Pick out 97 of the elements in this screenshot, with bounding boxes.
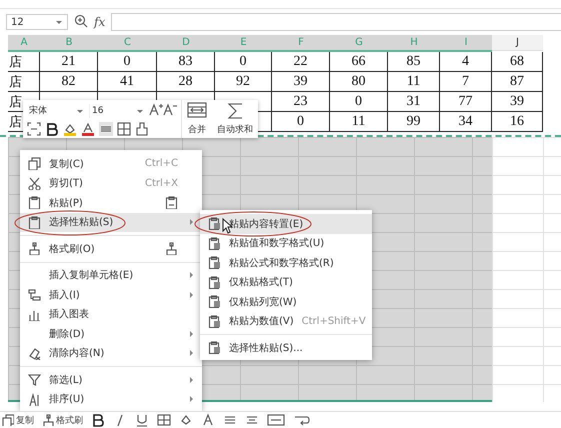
table-cell: 41	[98, 72, 157, 92]
formula-input[interactable]	[111, 13, 561, 31]
menu-item[interactable]: 清除内容(N)	[20, 344, 202, 363]
menu-item[interactable]: 插入图表	[20, 304, 202, 324]
clipboard-icon	[208, 276, 221, 289]
menu-item[interactable]: 排序(U)	[20, 390, 202, 409]
table-cell: 22	[272, 52, 330, 72]
bold-icon[interactable]	[91, 413, 105, 427]
menu-item[interactable]: 粘贴(P)	[20, 193, 202, 212]
clipboard-icon	[208, 295, 221, 308]
scissors-icon	[28, 176, 41, 190]
menu-item[interactable]: 格式刷(O)	[20, 239, 202, 258]
clipboard-icon	[208, 236, 221, 250]
bold-icon[interactable]	[45, 122, 59, 136]
brush-icon[interactable]	[135, 122, 149, 136]
dropdown-caret-icon[interactable]	[77, 110, 83, 113]
table-cell: 28	[157, 72, 215, 92]
table-cell: 7	[440, 72, 492, 92]
size-dropdown[interactable]: 16	[89, 104, 145, 118]
menu-item[interactable]: 仅粘贴列宽(W)	[200, 292, 372, 312]
border-icon[interactable]	[117, 122, 131, 136]
format-icon[interactable]	[27, 122, 41, 136]
merge-icon[interactable]	[187, 102, 207, 118]
table-cell: 11	[330, 112, 388, 132]
fill-color-icon[interactable]	[179, 413, 193, 427]
menu-item[interactable]: 粘贴公式和数字格式(R)	[200, 253, 372, 272]
menu-item[interactable]: 选择性粘贴(S)...	[200, 338, 372, 358]
column-header[interactable]: J	[492, 35, 543, 51]
table-cell: 34	[440, 112, 492, 132]
table-cell: 85	[388, 52, 440, 72]
brush-icon	[28, 242, 41, 256]
zoom-icon[interactable]	[74, 14, 88, 28]
menu-item[interactable]: 插入复制单元格(E)	[20, 266, 202, 285]
format-painter-label[interactable]: 格式刷	[56, 414, 83, 426]
table-cell: 82	[40, 72, 98, 92]
insert-icon	[28, 288, 41, 302]
filter-icon	[28, 373, 41, 386]
font-color-icon[interactable]	[81, 122, 95, 136]
copy-icon	[28, 157, 41, 170]
table-cell: 66	[330, 52, 388, 72]
table-cell: 0	[98, 52, 157, 72]
table-cell: 39	[492, 92, 543, 112]
menu-item[interactable]: 仅粘贴格式(T)	[200, 272, 372, 292]
table-cell: 店	[8, 52, 40, 72]
table-cell: 16	[492, 112, 543, 132]
fill-color-icon[interactable]	[63, 122, 77, 136]
dropdown-caret-icon[interactable]	[55, 18, 63, 24]
table-cell: 21	[40, 52, 98, 72]
menu-item[interactable]: 粘贴值和数字格式(U)	[200, 234, 372, 253]
menu-item[interactable]: 插入(I)	[20, 285, 202, 304]
sum-icon[interactable]	[226, 102, 244, 120]
font-color-icon[interactable]	[201, 413, 215, 427]
clipboard-icon	[28, 216, 41, 229]
table-cell: 0	[330, 92, 388, 112]
fx-label[interactable]: fx	[94, 15, 106, 29]
table-cell: 87	[492, 72, 543, 92]
table-cell: 0	[272, 112, 330, 132]
name-box[interactable]: 12	[6, 14, 68, 30]
table-cell: 83	[157, 52, 215, 72]
border-icon[interactable]	[157, 413, 171, 427]
menu-item[interactable]: 筛选(L)	[20, 370, 202, 390]
menu-item[interactable]: 删除(D)	[20, 324, 202, 344]
dropdown-caret-icon[interactable]	[137, 110, 143, 113]
autosum-label[interactable]: 自动求和	[217, 123, 253, 136]
merge-icon[interactable]	[267, 413, 285, 427]
table-cell: 4	[440, 52, 492, 72]
table-cell: 0	[215, 52, 272, 72]
underline-icon[interactable]	[135, 413, 149, 427]
clipboard-icon	[165, 196, 178, 210]
clipboard-icon	[208, 256, 221, 270]
menu-item[interactable]: 粘贴为数值(V) Ctrl+Shift+V	[200, 312, 372, 331]
menu-item[interactable]: 剪切(T) Ctrl+X	[20, 174, 202, 193]
font-shrink-icon[interactable]	[163, 102, 177, 116]
copy-icon[interactable]	[2, 414, 14, 426]
brush-icon[interactable]	[42, 414, 54, 426]
eraser-icon	[28, 346, 41, 360]
align-icon[interactable]	[99, 122, 113, 136]
table-cell: 92	[215, 72, 272, 92]
font-grow-icon[interactable]	[149, 102, 163, 116]
table-cell: 39	[272, 72, 330, 92]
table-cell: 23	[272, 92, 330, 112]
brush-icon	[165, 242, 178, 256]
copy-label[interactable]: 复制	[16, 414, 34, 426]
clipboard-icon	[208, 217, 221, 230]
clipboard-icon	[208, 314, 221, 328]
table-cell: 77	[440, 92, 492, 112]
table-cell: 99	[388, 112, 440, 132]
table-cell: 店	[8, 72, 40, 92]
merge-label[interactable]: 合并	[188, 123, 206, 136]
table-cell: 31	[388, 92, 440, 112]
clipboard-icon	[208, 341, 221, 354]
table-cell: 80	[330, 72, 388, 92]
sort-icon	[28, 392, 41, 406]
table-cell: 11	[388, 72, 440, 92]
table-cell: 68	[492, 52, 543, 72]
menu-item[interactable]: 复制(C) Ctrl+C	[20, 154, 202, 174]
clipboard-icon	[28, 196, 41, 210]
